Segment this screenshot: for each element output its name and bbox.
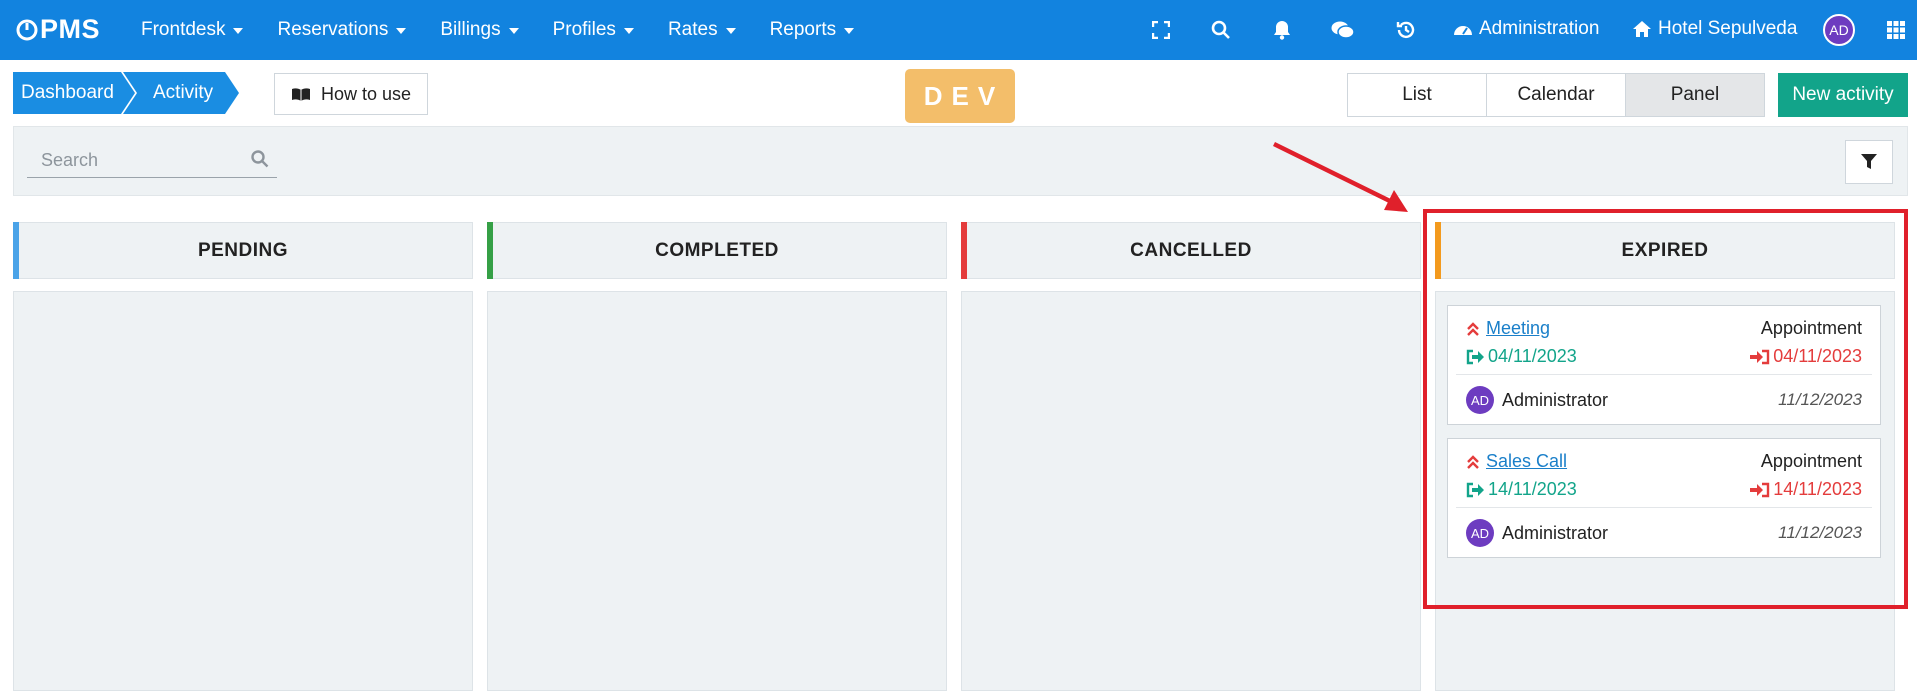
book-icon: [292, 88, 310, 101]
caret-down-icon: [844, 28, 855, 34]
caret-down-icon: [508, 28, 519, 34]
menu-profiles[interactable]: Profiles: [553, 19, 634, 41]
how-to-use-label: How to use: [321, 83, 412, 104]
column-completed: [487, 291, 947, 691]
menu-frontdesk[interactable]: Frontdesk: [141, 19, 244, 41]
search-placeholder: Search: [41, 150, 99, 170]
logo-icon: [16, 19, 38, 40]
column-cancelled: [961, 291, 1421, 691]
column-title: CANCELLED: [1130, 239, 1252, 261]
caret-down-icon: [725, 28, 736, 34]
caret-down-icon: [233, 28, 244, 34]
caret-down-icon: [623, 28, 634, 34]
menu-label: Reports: [769, 19, 837, 40]
administration-link[interactable]: Administration: [1453, 18, 1599, 40]
logo-text: PMS: [40, 14, 101, 44]
column-header-expired: EXPIRED: [1435, 222, 1895, 279]
end-date-text: 14/11/2023: [1773, 479, 1862, 499]
chat-icon[interactable]: [1330, 17, 1356, 43]
history-icon[interactable]: [1393, 17, 1419, 43]
start-date-text: 04/11/2023: [1488, 346, 1577, 366]
column-title: COMPLETED: [655, 239, 779, 261]
assigned-user: Administrator: [1502, 523, 1609, 543]
breadcrumb-dashboard[interactable]: Dashboard: [13, 72, 135, 114]
search-icon: [251, 150, 269, 168]
menu-reservations[interactable]: Reservations: [277, 19, 407, 41]
how-to-use-button[interactable]: How to use: [274, 73, 428, 115]
search-panel: Search: [13, 126, 1908, 196]
menu-label: Profiles: [552, 19, 616, 40]
filter-icon: [1861, 154, 1877, 169]
column-title: PENDING: [197, 239, 289, 261]
status-color-bar: [487, 222, 493, 279]
activity-type: Appointment: [1760, 451, 1862, 471]
status-color-bar: [1435, 222, 1441, 279]
menu-label: Rates: [667, 19, 718, 40]
column-title: EXPIRED: [1621, 239, 1709, 261]
app-logo[interactable]: PMS: [16, 14, 100, 45]
column-header-cancelled: CANCELLED: [961, 222, 1421, 279]
divider: [1456, 374, 1872, 375]
status-color-bar: [13, 222, 19, 279]
status-color-bar: [961, 222, 967, 279]
bell-icon[interactable]: [1269, 17, 1295, 43]
activity-end-date: 14/11/2023: [1750, 479, 1862, 500]
column-header-pending: PENDING: [13, 222, 473, 279]
high-priority-icon: [1467, 455, 1479, 469]
menu-label: Frontdesk: [141, 19, 226, 40]
filter-button[interactable]: [1845, 140, 1893, 184]
top-navbar: PMS Frontdesk Reservations Billings Prof…: [0, 0, 1917, 60]
sign-out-icon: [1466, 482, 1484, 497]
created-date: 11/12/2023: [1778, 523, 1862, 542]
view-switcher: List Calendar Panel: [1347, 73, 1765, 117]
column-pending: [13, 291, 473, 691]
view-list-button[interactable]: List: [1348, 74, 1487, 116]
menu-rates[interactable]: Rates: [668, 19, 736, 41]
end-date-text: 04/11/2023: [1773, 346, 1862, 366]
sign-in-icon: [1750, 482, 1770, 497]
home-icon: [1633, 21, 1651, 37]
breadcrumb: Dashboard Activity: [13, 72, 239, 114]
activity-card[interactable]: Sales Call Appointment 14/11/2023 14/11/…: [1447, 438, 1881, 558]
activity-start-date: 14/11/2023: [1466, 479, 1577, 500]
activity-title-link[interactable]: Meeting: [1486, 318, 1550, 339]
activity-start-date: 04/11/2023: [1466, 346, 1577, 367]
hotel-label: Hotel Sepulveda: [1658, 18, 1798, 39]
caret-down-icon: [396, 28, 407, 34]
view-panel-button[interactable]: Panel: [1626, 74, 1764, 116]
menu-label: Reservations: [277, 19, 389, 40]
dashboard-icon: [1454, 26, 1472, 35]
hotel-selector[interactable]: Hotel Sepulveda: [1632, 18, 1797, 40]
search-icon[interactable]: [1208, 17, 1234, 43]
search-input[interactable]: Search: [27, 144, 277, 178]
start-date-text: 14/11/2023: [1488, 479, 1577, 499]
activity-card[interactable]: Meeting Appointment 04/11/2023 04/11/202…: [1447, 305, 1881, 425]
environment-badge: DEV: [905, 69, 1015, 123]
activity-end-date: 04/11/2023: [1750, 346, 1862, 367]
user-avatar: AD: [1466, 386, 1494, 414]
fullscreen-icon[interactable]: [1148, 17, 1174, 43]
divider: [1456, 507, 1872, 508]
assigned-user: Administrator: [1502, 390, 1609, 410]
new-activity-button[interactable]: New activity: [1778, 73, 1908, 117]
sign-out-icon: [1466, 349, 1484, 364]
column-header-completed: COMPLETED: [487, 222, 947, 279]
created-date: 11/12/2023: [1778, 390, 1862, 409]
sign-in-icon: [1750, 349, 1770, 364]
menu-reports[interactable]: Reports: [770, 19, 855, 41]
menu-billings[interactable]: Billings: [440, 19, 519, 41]
apps-grid-icon[interactable]: [1883, 17, 1909, 43]
activity-title-link[interactable]: Sales Call: [1486, 451, 1567, 472]
high-priority-icon: [1467, 322, 1479, 336]
main-menu: Frontdesk Reservations Billings Profiles…: [141, 0, 888, 60]
activity-type: Appointment: [1760, 318, 1862, 338]
user-avatar[interactable]: AD: [1823, 14, 1855, 46]
administration-label: Administration: [1479, 18, 1600, 39]
user-avatar: AD: [1466, 519, 1494, 547]
view-calendar-button[interactable]: Calendar: [1487, 74, 1626, 116]
menu-label: Billings: [440, 19, 501, 40]
breadcrumb-activity[interactable]: Activity: [123, 72, 239, 114]
